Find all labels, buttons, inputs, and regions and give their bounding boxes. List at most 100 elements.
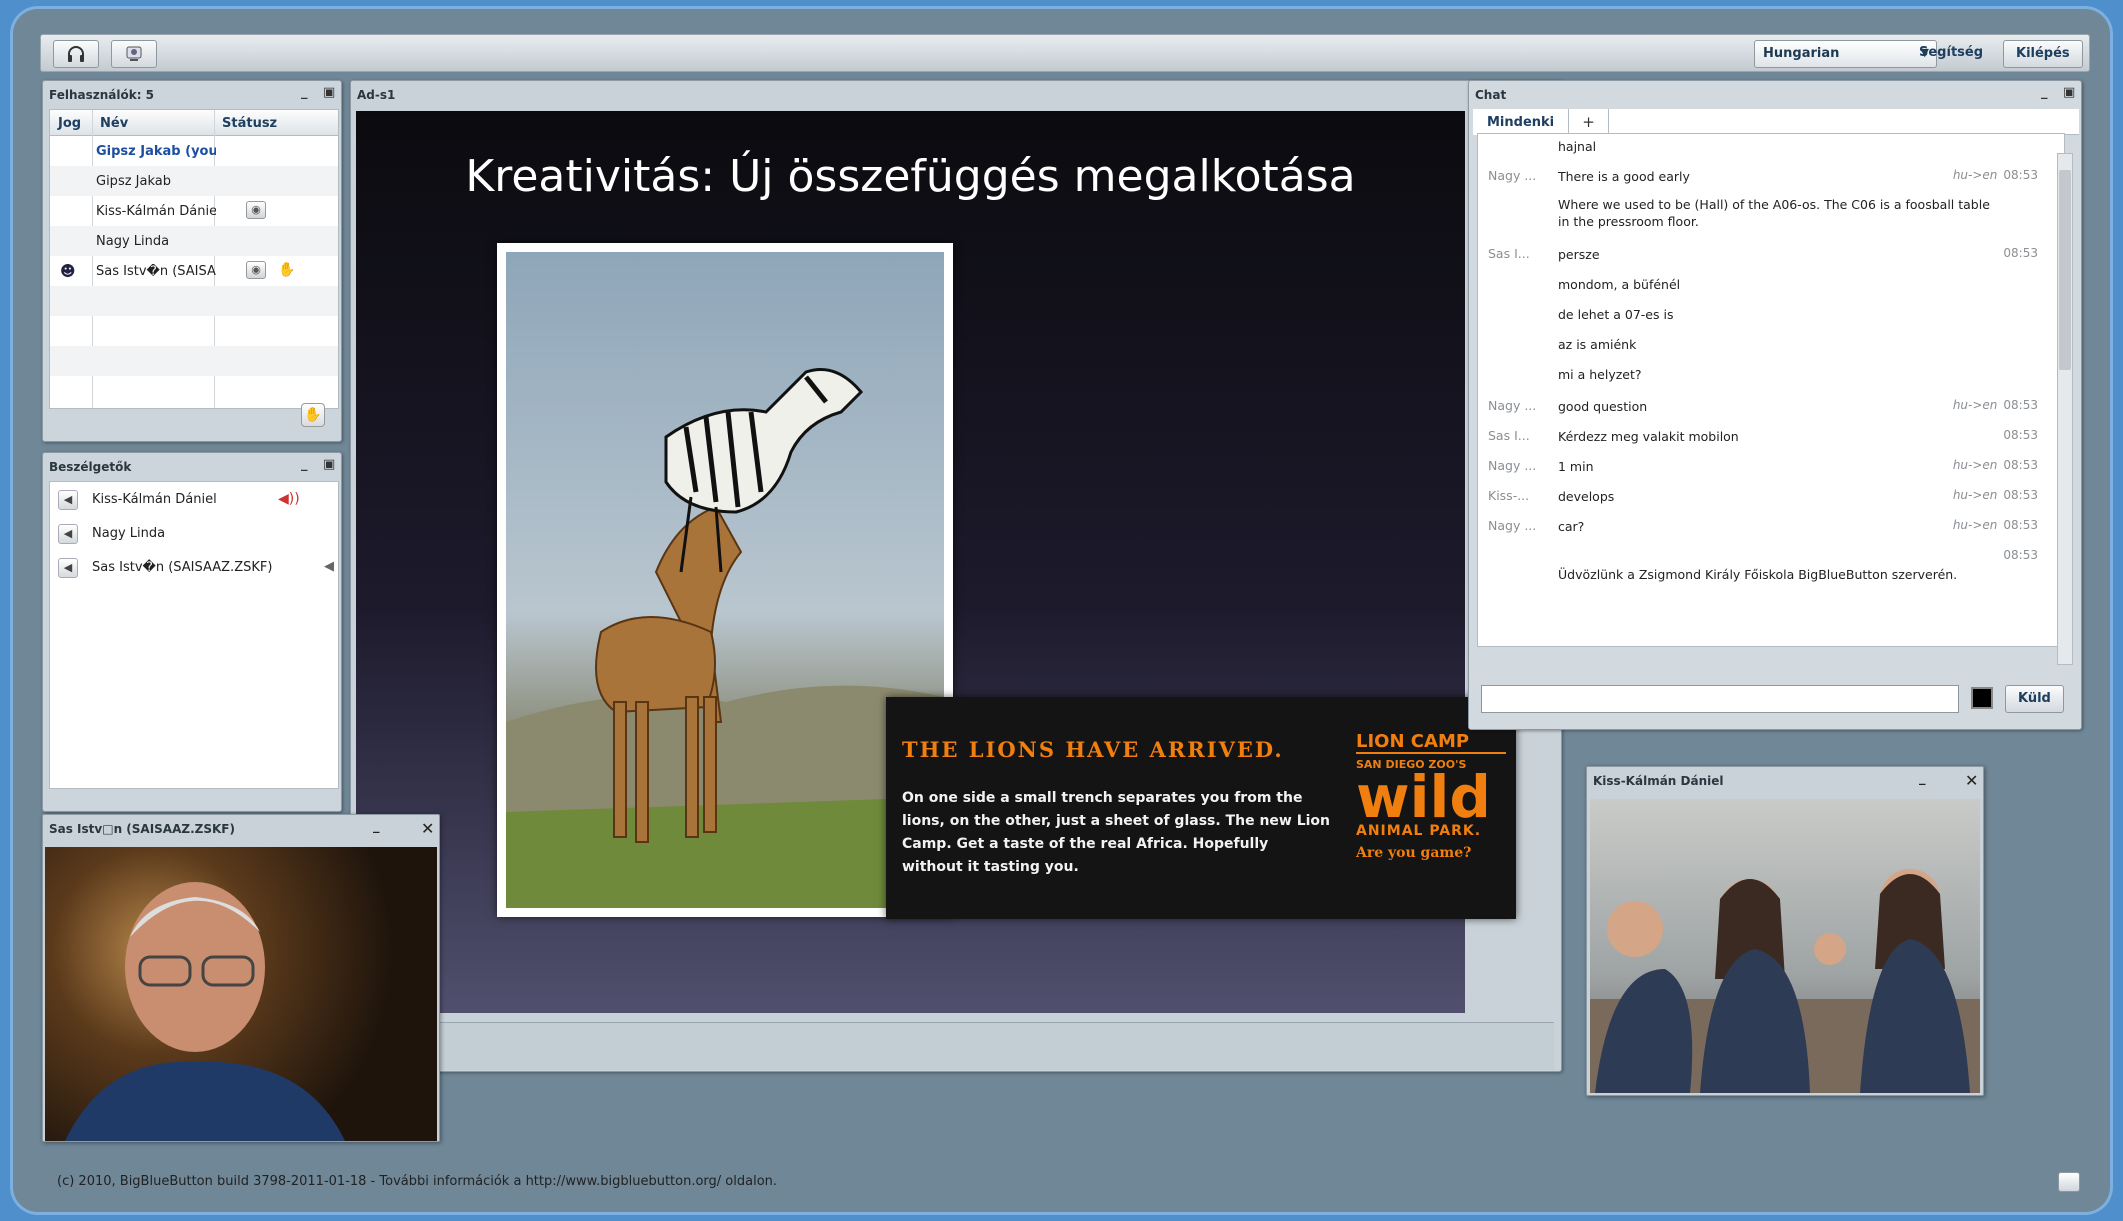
table-row[interactable]: Gipsz Jakab (you) xyxy=(50,136,338,166)
chat-sender: Sas I... xyxy=(1488,428,1530,443)
chat-time: 08:53 xyxy=(1997,246,2038,260)
maximize-icon[interactable]: ▣ xyxy=(323,85,335,100)
tab-everyone[interactable]: Mindenki xyxy=(1473,109,1570,135)
users-panel: Felhasználók: 5 _ ▣ Jog Név Státusz Gips… xyxy=(42,80,342,442)
users-panel-title: Felhasználók: 5 xyxy=(49,88,155,102)
help-link[interactable]: Segítség xyxy=(1919,45,1983,60)
chat-time: hu->en 08:53 xyxy=(1953,398,2038,412)
ad-logo: LION CAMP SAN DIEGO ZOO'S wild ANIMAL PA… xyxy=(1356,731,1506,861)
speaker-icon[interactable]: ◀ xyxy=(58,524,78,544)
webcam-button[interactable] xyxy=(111,40,157,68)
table-row xyxy=(50,286,338,316)
chat-time xyxy=(2032,366,2038,380)
person-illustration xyxy=(65,882,345,1141)
chat-timestamp: 08:53 xyxy=(2003,398,2038,412)
speaker-icon[interactable]: ◀ xyxy=(58,558,78,578)
chat-text: Üdvözlünk a Zsigmond Király Főiskola Big… xyxy=(1558,567,1958,582)
footer-text: (c) 2010, BigBlueButton build 3798-2011-… xyxy=(57,1174,778,1189)
maximize-icon[interactable]: ▣ xyxy=(323,457,335,472)
chat-text: de lehet a 07-es is xyxy=(1558,307,1674,322)
video-window-kiss: Kiss-Kálmán Dániel _ ✕ xyxy=(1586,766,1984,1096)
chat-translation: hu->en xyxy=(1952,458,1998,472)
ad-logo-big: wild xyxy=(1356,763,1491,831)
chat-panel: Chat _ ▣ Mindenki + hajnal Nagy ... There … xyxy=(1468,80,2082,730)
chat-text: Kérdezz meg valakit mobilon xyxy=(1558,429,1739,444)
listener-name: Nagy Linda xyxy=(92,526,166,541)
user-name: Gipsz Jakab xyxy=(96,174,171,189)
webcam-icon[interactable]: ◉ xyxy=(246,261,266,279)
raise-hand-button[interactable]: ✋ xyxy=(301,403,325,427)
video-title: Kiss-Kálmán Dániel xyxy=(1593,774,1724,788)
chat-time: hu->en 08:53 xyxy=(1953,168,2038,182)
presenter-icon: ☻ xyxy=(60,262,76,280)
listeners-panel-title: Beszélgetők xyxy=(49,460,132,474)
minimize-icon[interactable]: _ xyxy=(373,819,380,834)
chat-translation: hu->en xyxy=(1952,488,1998,502)
scroll-thumb[interactable] xyxy=(2059,170,2071,370)
close-icon[interactable]: ✕ xyxy=(421,819,434,838)
users-grid-header: Jog Név Státusz xyxy=(50,110,338,136)
classroom-illustration xyxy=(1590,869,1980,1093)
user-name: Kiss-Kálmán Dániel xyxy=(96,204,216,219)
chat-sender: Nagy ... xyxy=(1488,518,1537,533)
minimize-icon[interactable]: _ xyxy=(2041,85,2048,100)
webcam-icon xyxy=(126,46,142,61)
giraffe-zebra-illustration xyxy=(506,368,944,908)
list-item[interactable]: ◀ Nagy Linda xyxy=(50,518,338,552)
chat-time xyxy=(2032,196,2038,210)
table-row[interactable]: Kiss-Kálmán Dániel ◉ xyxy=(50,196,338,226)
zebra-giraffe-image xyxy=(506,252,944,908)
color-picker[interactable] xyxy=(1971,687,1993,709)
chat-message-list: hajnal Nagy ... There is a good early hu->e… xyxy=(1477,133,2065,647)
chat-text: mi a helyzet? xyxy=(1558,367,1642,382)
chat-scrollbar[interactable] xyxy=(2057,153,2073,665)
table-row[interactable]: Nagy Linda xyxy=(50,226,338,256)
table-row xyxy=(50,346,338,376)
close-icon[interactable]: ✕ xyxy=(1965,771,1978,790)
chat-text: az is amiénk xyxy=(1558,337,1637,352)
language-select[interactable]: Hungarian ▼ xyxy=(1754,40,1937,68)
slide-photo xyxy=(497,243,953,917)
list-item[interactable]: ◀ Kiss-Kálmán Dániel ◀)) xyxy=(50,484,338,518)
headset-button[interactable] xyxy=(53,40,99,68)
chat-text: good question xyxy=(1558,399,1648,414)
minimize-icon[interactable]: _ xyxy=(1919,771,1926,786)
speaker-icon[interactable]: ◀ xyxy=(58,490,78,510)
maximize-icon[interactable]: ▣ xyxy=(2063,85,2075,100)
webcam-feed xyxy=(45,847,437,1141)
chat-time xyxy=(2032,138,2038,152)
table-row[interactable]: ☻ Sas Istv�n (SAISAAZ.ZSKF) ◉ ✋ xyxy=(50,256,338,286)
talking-icon: ◀)) xyxy=(278,491,300,507)
minimize-icon[interactable]: _ xyxy=(301,457,308,472)
chat-text: mondom, a büfénél xyxy=(1558,277,1681,292)
raise-hand-icon: ✋ xyxy=(278,262,296,278)
logout-button[interactable]: Kilépés xyxy=(2003,40,2083,68)
minimize-icon[interactable]: _ xyxy=(301,85,308,100)
col-name[interactable]: Név xyxy=(100,116,128,131)
listeners-list: ◀ Kiss-Kálmán Dániel ◀)) ◀ Nagy Linda ◀ Sas … xyxy=(49,481,339,789)
webcam-feed xyxy=(1590,799,1980,1093)
chat-tabs: Mindenki + xyxy=(1473,109,2079,135)
webcam-icon[interactable]: ◉ xyxy=(246,201,266,219)
list-item[interactable]: ◀ Sas Istv�n (SAISAAZ.ZSKF) ◀ xyxy=(50,552,338,586)
send-button[interactable]: Küld xyxy=(2005,685,2064,713)
chat-text: hajnal xyxy=(1558,139,1597,154)
chat-timestamp: 08:53 xyxy=(2003,428,2038,442)
add-tab-button[interactable]: + xyxy=(1569,109,1609,135)
table-row[interactable]: Gipsz Jakab xyxy=(50,166,338,196)
col-rights[interactable]: Jog xyxy=(58,116,81,131)
layout-icon[interactable] xyxy=(2058,1172,2080,1192)
chat-sender: Nagy ... xyxy=(1488,398,1537,413)
ad-heading: THE LIONS HAVE ARRIVED. xyxy=(902,737,1284,762)
chat-input[interactable] xyxy=(1481,685,1959,713)
chat-translation: hu->en xyxy=(1952,398,1998,412)
user-name: Nagy Linda xyxy=(96,234,170,249)
col-status[interactable]: Státusz xyxy=(222,116,277,131)
chat-sender: Sas I... xyxy=(1488,246,1530,261)
user-name: Sas Istv�n (SAISAAZ.ZSKF) xyxy=(96,264,216,279)
chat-time xyxy=(2032,306,2038,320)
advertisement: THE LIONS HAVE ARRIVED. On one side a sm… xyxy=(886,697,1516,919)
chat-title: Chat xyxy=(1475,88,1507,102)
listeners-panel: Beszélgetők _ ▣ ◀ Kiss-Kálmán Dániel ◀)) ◀… xyxy=(42,452,342,812)
chat-time: 08:53 xyxy=(1997,548,2038,562)
